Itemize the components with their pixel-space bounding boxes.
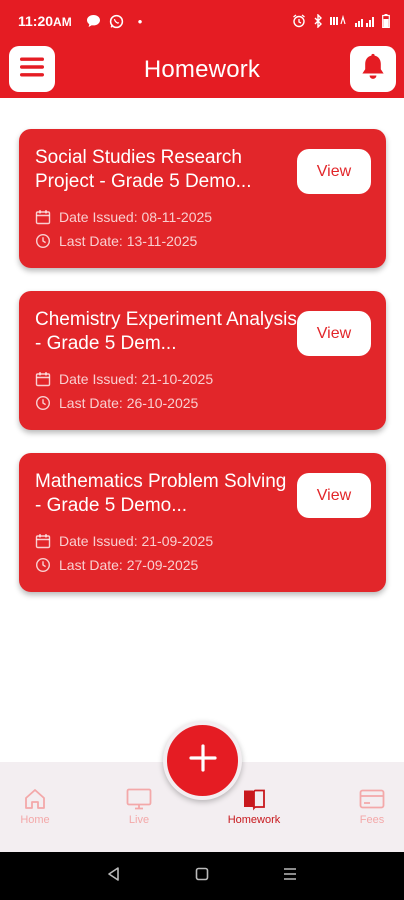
calendar-icon bbox=[35, 209, 51, 225]
nav-label-homework: Homework bbox=[227, 814, 281, 826]
date-issued: Date Issued: 21-10-2025 bbox=[35, 371, 213, 387]
date-issued: Date Issued: 21-09-2025 bbox=[35, 533, 213, 549]
status-bar: 11:20AM • bbox=[0, 0, 404, 42]
date-issued-text: Date Issued: 08-11-2025 bbox=[59, 209, 213, 225]
whatsapp-icon bbox=[109, 14, 124, 29]
view-button[interactable]: View bbox=[297, 311, 371, 356]
homework-title: Social Studies Research Project - Grade … bbox=[35, 147, 252, 192]
hamburger-icon bbox=[19, 56, 45, 83]
app-header: Homework bbox=[0, 42, 404, 98]
homework-card[interactable]: Social Studies Research Project - Grade … bbox=[19, 129, 386, 268]
nav-label-live: Live bbox=[128, 814, 150, 826]
view-button[interactable]: View bbox=[297, 473, 371, 518]
nav-label-home: Home bbox=[20, 814, 50, 826]
system-nav-bar bbox=[0, 852, 404, 900]
clock-icon bbox=[35, 395, 51, 411]
alarm-icon bbox=[292, 14, 306, 28]
last-date-text: Last Date: 26-10-2025 bbox=[59, 395, 199, 411]
last-date: Last Date: 26-10-2025 bbox=[35, 395, 198, 411]
clock-icon bbox=[35, 233, 51, 249]
last-date: Last Date: 27-09-2025 bbox=[35, 557, 198, 573]
monitor-icon bbox=[126, 786, 152, 812]
nav-item-live[interactable]: Live bbox=[94, 786, 184, 826]
signal-icon bbox=[355, 15, 375, 27]
plus-icon bbox=[188, 744, 217, 777]
calendar-icon bbox=[35, 371, 51, 387]
date-issued-text: Date Issued: 21-10-2025 bbox=[59, 371, 214, 387]
date-issued: Date Issued: 08-11-2025 bbox=[35, 209, 212, 225]
last-date-text: Last Date: 13-11-2025 bbox=[59, 233, 198, 249]
back-icon[interactable] bbox=[106, 866, 122, 887]
notifications-button[interactable] bbox=[350, 46, 396, 92]
view-button[interactable]: View bbox=[297, 149, 371, 194]
nav-item-fees[interactable]: Fees bbox=[327, 786, 404, 826]
status-time-ampm: AM bbox=[53, 15, 72, 29]
status-time: 11:20AM bbox=[18, 13, 72, 29]
network-icon bbox=[330, 15, 348, 27]
clock-icon bbox=[35, 557, 51, 573]
status-dot: • bbox=[137, 13, 143, 29]
add-homework-button[interactable] bbox=[163, 721, 242, 800]
last-date-text: Last Date: 27-09-2025 bbox=[59, 557, 199, 573]
homework-card[interactable]: Chemistry Experiment Analysis - Grade 5 … bbox=[19, 291, 386, 430]
homework-card[interactable]: Mathematics Problem Solving - Grade 5 De… bbox=[19, 453, 386, 592]
menu-button[interactable] bbox=[9, 46, 55, 92]
homework-title: Mathematics Problem Solving - Grade 5 De… bbox=[35, 471, 287, 516]
date-issued-text: Date Issued: 21-09-2025 bbox=[59, 533, 214, 549]
page-title: Homework bbox=[143, 56, 261, 83]
bell-icon bbox=[360, 53, 386, 86]
calendar-icon bbox=[35, 533, 51, 549]
battery-icon bbox=[382, 14, 390, 28]
book-icon bbox=[241, 786, 267, 812]
card-icon bbox=[359, 786, 385, 812]
status-time-value: 11:20 bbox=[18, 13, 54, 29]
nav-item-home[interactable]: Home bbox=[0, 786, 80, 826]
nav-label-fees: Fees bbox=[359, 814, 385, 826]
homework-title: Chemistry Experiment Analysis - Grade 5 … bbox=[35, 309, 297, 354]
recents-icon[interactable] bbox=[282, 866, 298, 887]
bluetooth-icon bbox=[313, 14, 323, 28]
home-icon bbox=[22, 786, 48, 812]
home-circle-icon[interactable] bbox=[194, 866, 210, 887]
last-date: Last Date: 13-11-2025 bbox=[35, 233, 197, 249]
message-icon bbox=[86, 14, 101, 28]
